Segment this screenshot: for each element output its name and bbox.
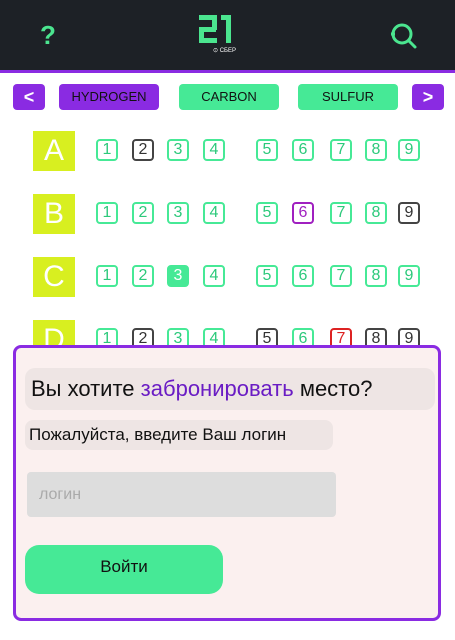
question-prefix: Вы хотите [31,376,141,401]
tab-carbon[interactable]: CARBON [179,84,279,110]
seat-button[interactable]: 4 [203,265,225,287]
seat-button[interactable]: 3 [167,139,189,161]
seat-button[interactable]: 4 [203,202,225,224]
prev-arrow-button[interactable]: < [13,84,45,110]
floor-tabs: < HYDROGEN CARBON SULFUR > [0,84,455,112]
seat-button[interactable]: 5 [256,139,278,161]
row-label: C [33,257,75,297]
seat-button[interactable]: 2 [132,139,154,161]
question-suffix: место? [293,376,373,401]
seat-button[interactable]: 8 [365,202,387,224]
seat-button[interactable]: 7 [330,265,352,287]
seat-button[interactable]: 6 [292,202,314,224]
login-input[interactable] [27,472,336,517]
seat-button[interactable]: 2 [132,202,154,224]
seat-button[interactable]: 1 [96,265,118,287]
next-arrow-button[interactable]: > [412,84,444,110]
seat-button[interactable]: 3 [167,202,189,224]
seat-row: A1234 56789 [0,122,455,171]
login-prompt: Пожалуйста, введите Ваш логин [25,420,333,450]
booking-question: Вы хотите забронировать место? [25,368,435,410]
seat-button[interactable]: 1 [96,139,118,161]
seat-row: B1234 56789 [0,185,455,234]
search-icon[interactable] [388,20,418,50]
seat-button[interactable]: 8 [365,139,387,161]
row-label: B [33,194,75,234]
question-icon[interactable]: ? [36,20,60,50]
seat-button[interactable]: 6 [292,139,314,161]
seat-button[interactable]: 7 [330,139,352,161]
seat-button[interactable]: 3 [167,265,189,287]
seat-button[interactable]: 6 [292,265,314,287]
row-label: A [33,131,75,171]
seat-button[interactable]: 9 [398,202,420,224]
seat-button[interactable]: 8 [365,265,387,287]
login-button[interactable]: Войти [25,545,223,594]
logo-sber-text: ⊙ СБЕР [213,48,236,54]
seat-button[interactable]: 7 [330,202,352,224]
seat-button[interactable]: 5 [256,265,278,287]
top-navigation-bar: ? ⊙ СБЕР [0,0,455,73]
seat-button[interactable]: 9 [398,139,420,161]
booking-modal: Вы хотите забронировать место? Пожалуйст… [13,345,441,621]
tab-hydrogen[interactable]: HYDROGEN [59,84,159,110]
seat-button[interactable]: 4 [203,139,225,161]
seat-row: C1234 56789 [0,248,455,297]
seat-button[interactable]: 2 [132,265,154,287]
seat-button[interactable]: 1 [96,202,118,224]
tab-sulfur[interactable]: SULFUR [298,84,398,110]
question-accent: забронировать [140,376,294,401]
seat-button[interactable]: 5 [256,202,278,224]
seat-button[interactable]: 9 [398,265,420,287]
